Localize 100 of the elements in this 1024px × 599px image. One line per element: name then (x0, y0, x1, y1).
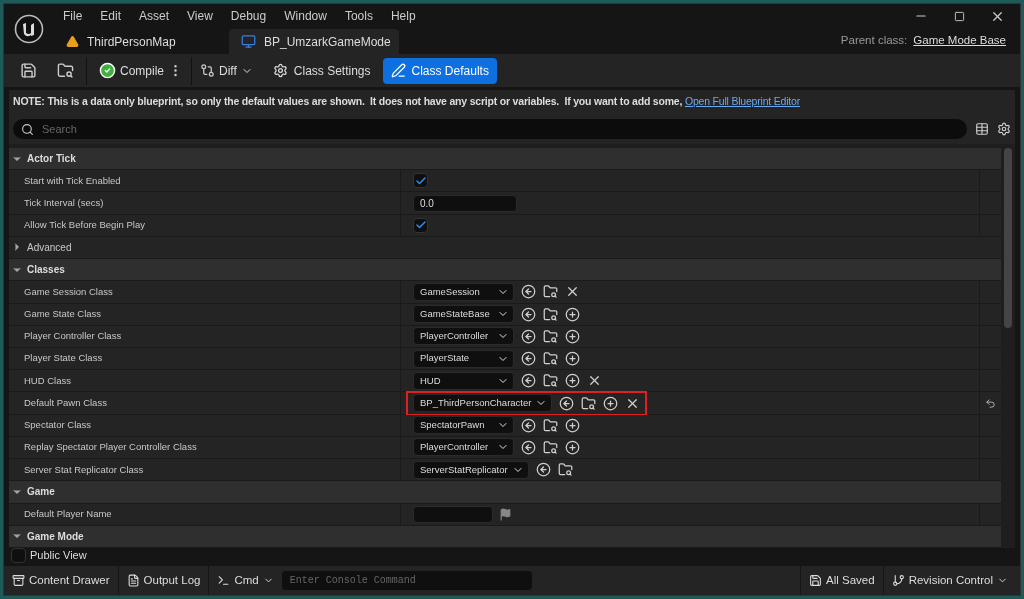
class-dropdown[interactable]: GameStateBase (413, 305, 514, 324)
output-log-button[interactable]: Output Log (118, 566, 210, 595)
checkbox[interactable] (413, 173, 428, 189)
number-field[interactable]: 0.0 (413, 194, 517, 212)
gear-icon (272, 63, 288, 78)
use-selected-icon[interactable] (521, 328, 536, 344)
document-tab[interactable]: BP_UmzarkGameMode (229, 29, 399, 54)
saved-status[interactable]: All Saved (801, 571, 883, 590)
class-dropdown[interactable]: GameSession (413, 282, 514, 301)
browse-icon[interactable] (543, 439, 558, 455)
menu-item[interactable]: Help (381, 7, 425, 25)
flag-icon[interactable] (499, 507, 512, 521)
category-header[interactable]: Classes (9, 262, 65, 278)
open-editor-link[interactable]: Open Full Blueprint Editor (684, 95, 800, 108)
diff-button[interactable]: Diff (191, 56, 261, 85)
property-label: Game Session Class (23, 284, 114, 299)
class-dropdown[interactable]: PlayerState (413, 349, 514, 368)
property-label: Player State Class (23, 351, 104, 366)
dropdown-value: SpectatorPawn (420, 418, 485, 433)
public-view-checkbox[interactable] (11, 548, 26, 563)
use-selected-icon[interactable] (521, 284, 536, 300)
search-icon (21, 122, 34, 136)
menu-item[interactable]: Debug (221, 7, 276, 25)
property-label: Tick Interval (secs) (23, 195, 105, 210)
compile-button[interactable]: Compile (95, 56, 168, 85)
revision-control-button[interactable]: Revision Control (882, 566, 1016, 595)
checkbox[interactable] (413, 217, 428, 233)
settings-icon[interactable] (997, 122, 1011, 136)
property-label: Server Stat Replicator Class (23, 462, 145, 477)
property-label: Game State Class (23, 307, 103, 321)
add-icon[interactable] (565, 306, 580, 322)
property-label: Default Pawn Class (23, 395, 108, 410)
category-header[interactable]: Actor Tick (9, 151, 76, 167)
terminal-icon (217, 574, 231, 587)
use-selected-icon[interactable] (521, 439, 536, 455)
add-icon[interactable] (603, 395, 619, 411)
dropdown-value: PlayerController (420, 440, 489, 455)
menu-item[interactable]: View (178, 7, 222, 25)
parent-class-link[interactable]: Game Mode Base (913, 31, 1006, 49)
class-dropdown[interactable]: BP_ThirdPersonCharacter (413, 394, 553, 412)
add-icon[interactable] (565, 351, 580, 367)
class-dropdown[interactable]: HUD (413, 371, 514, 390)
add-icon[interactable] (565, 328, 580, 344)
branch-icon (891, 574, 905, 587)
add-icon[interactable] (565, 417, 580, 433)
parent-class-label: Parent class: (840, 32, 908, 48)
menu-item[interactable]: Tools (335, 7, 382, 25)
class-dropdown[interactable]: PlayerController (413, 438, 514, 457)
dropdown-value: GameSession (420, 284, 480, 299)
property-label: HUD Class (23, 373, 72, 388)
console-input[interactable]: Enter Console Command (281, 571, 532, 590)
document-tab[interactable]: ThirdPersonMap (54, 29, 229, 54)
use-selected-icon[interactable] (521, 306, 536, 322)
browse-icon[interactable] (543, 417, 558, 433)
cmd-button[interactable]: Cmd (209, 566, 282, 595)
browse-icon[interactable] (543, 306, 558, 322)
check-circle-icon (99, 62, 116, 79)
reset-icon[interactable] (985, 397, 996, 409)
browse-icon[interactable] (543, 284, 558, 300)
note-text: NOTE: This is a data only blueprint, so only the default values are shown. It does not have any script or variables. If you want to add some, Open Full Blueprint Editor (13, 94, 800, 110)
dropdown-value: PlayerState (420, 351, 470, 366)
browse-icon[interactable] (581, 395, 597, 411)
class-dropdown[interactable]: ServerStatReplicator (413, 460, 529, 479)
use-selected-icon[interactable] (521, 351, 536, 367)
property-label: Replay Spectator Player Controller Class (23, 440, 198, 455)
menu-item[interactable]: Asset (130, 7, 179, 25)
dropdown-value: ServerStatReplicator (420, 462, 508, 477)
menu-item[interactable]: Edit (91, 7, 131, 25)
class-settings-button[interactable]: Class Settings (264, 57, 379, 84)
maximize-icon[interactable] (954, 10, 965, 22)
browse-icon[interactable] (543, 351, 558, 367)
text-field[interactable] (413, 505, 493, 523)
use-selected-icon[interactable] (521, 373, 536, 389)
use-selected-icon[interactable] (535, 462, 551, 478)
add-icon[interactable] (565, 373, 580, 389)
table-view-icon[interactable] (975, 122, 989, 136)
property-label: Spectator Class (23, 418, 93, 433)
content-drawer-button[interactable]: Content Drawer (4, 566, 119, 595)
class-dropdown[interactable]: SpectatorPawn (413, 416, 514, 435)
browse-icon[interactable] (543, 328, 558, 344)
menu-item[interactable]: File (54, 7, 92, 25)
dropdown-value: GameStateBase (420, 307, 490, 321)
class-defaults-button[interactable]: Class Defaults (382, 57, 497, 84)
category-header[interactable]: Game (9, 484, 55, 500)
property-label: Allow Tick Before Begin Play (23, 218, 146, 233)
add-icon[interactable] (565, 439, 580, 455)
browse-icon[interactable] (557, 462, 573, 478)
drawer-icon (12, 574, 25, 587)
property-label: Default Player Name (23, 507, 113, 521)
use-selected-icon[interactable] (559, 395, 575, 411)
blueprint-icon (241, 34, 256, 49)
log-icon (126, 574, 140, 587)
advanced-expander[interactable]: Advanced (9, 240, 72, 255)
menu-item[interactable]: Window (275, 7, 336, 25)
category-header[interactable]: Game Mode (9, 528, 84, 544)
browse-icon[interactable] (543, 373, 558, 389)
class-dropdown[interactable]: PlayerController (413, 327, 514, 346)
use-selected-icon[interactable] (521, 417, 536, 433)
logo-icon[interactable] (14, 14, 44, 44)
public-view-label: Public View (30, 548, 87, 563)
